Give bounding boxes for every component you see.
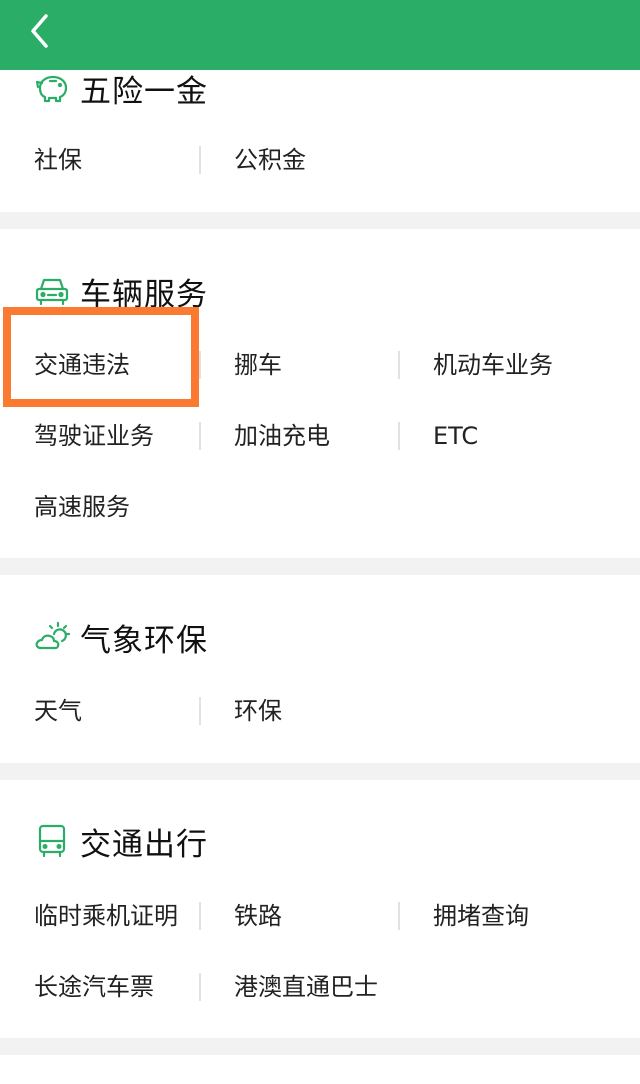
service-item-highway[interactable]: 高速服务	[34, 487, 130, 527]
weather-cloud-sun-icon	[35, 621, 71, 650]
section-title-text: 车辆服务	[80, 276, 208, 313]
divider	[398, 351, 400, 379]
section-weather: 气象环保 天气 环保	[0, 575, 640, 763]
service-item-move-car[interactable]: 挪车	[234, 345, 282, 385]
service-item-etc[interactable]: ETC	[433, 416, 478, 456]
chevron-left-icon[interactable]	[26, 12, 56, 50]
divider	[398, 902, 400, 930]
divider	[199, 422, 201, 450]
service-item-social-security[interactable]: 社保	[34, 140, 82, 180]
divider	[199, 351, 201, 379]
service-item-traffic-jam[interactable]: 拥堵查询	[433, 896, 529, 936]
section-title-weather: 气象环保	[32, 612, 208, 662]
divider	[199, 697, 201, 725]
section-title-text: 气象环保	[80, 622, 208, 659]
service-item-traffic-violation[interactable]: 交通违法	[34, 345, 130, 385]
divider	[199, 902, 201, 930]
service-item-railway[interactable]: 铁路	[234, 896, 282, 936]
service-item-flight-certificate[interactable]: 临时乘机证明	[34, 896, 178, 936]
service-item-cross-border-bus[interactable]: 港澳直通巴士	[234, 967, 378, 1007]
section-vehicle: 车辆服务 交通违法 挪车 机动车业务 驾驶证业务 加油充电 ETC 高速服务	[0, 229, 640, 558]
car-icon	[35, 278, 69, 306]
divider	[398, 422, 400, 450]
service-item-driver-license[interactable]: 驾驶证业务	[34, 416, 154, 456]
section-title-text: 五险一金	[80, 73, 208, 110]
bus-icon	[38, 824, 66, 858]
service-item-vehicle-business[interactable]: 机动车业务	[433, 345, 553, 385]
divider	[199, 973, 201, 1001]
top-bar	[0, 0, 640, 70]
divider	[199, 146, 201, 174]
section-title-text: 交通出行	[80, 826, 208, 863]
service-item-environment[interactable]: 环保	[234, 691, 282, 731]
section-next-partial	[0, 1055, 640, 1084]
service-item-housing-fund[interactable]: 公积金	[234, 140, 306, 180]
section-title-transport: 交通出行	[32, 816, 208, 866]
service-item-refuel-charge[interactable]: 加油充电	[234, 416, 330, 456]
section-title-vehicle: 车辆服务	[32, 266, 208, 316]
piggy-bank-icon	[35, 75, 68, 103]
service-item-weather[interactable]: 天气	[34, 691, 82, 731]
service-item-coach-ticket[interactable]: 长途汽车票	[34, 967, 154, 1007]
section-title-insurance: 五险一金	[32, 63, 208, 113]
section-transport: 交通出行 临时乘机证明 铁路 拥堵查询 长途汽车票 港澳直通巴士	[0, 780, 640, 1038]
